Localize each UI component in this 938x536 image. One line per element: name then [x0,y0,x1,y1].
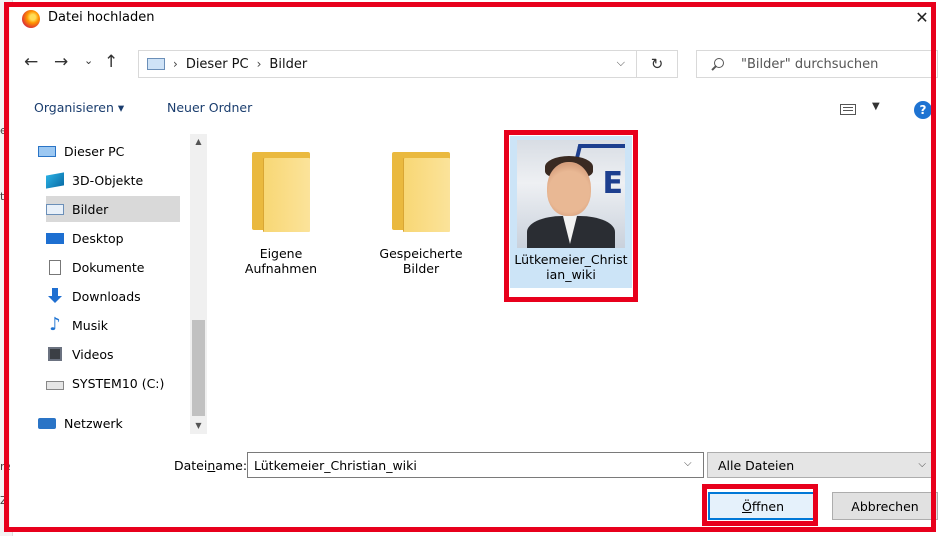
filename-label: Dateiname: [174,458,248,473]
scroll-up-arrow-icon[interactable]: ▲ [190,134,207,150]
file-name: Gespeicherte Bilder [379,246,463,276]
file-name: Lütkemeier_Christian_wiki [514,252,628,282]
search-icon [711,58,724,70]
file-upload-dialog: Datei hochladen ✕ ← → ⌄ ↑ › Dieser PC › … [10,4,938,532]
3d-objects-icon [46,171,64,189]
breadcrumb-separator: › [173,57,178,71]
search-box[interactable]: "Bilder" durchsuchen [696,50,938,78]
sidebar-item-label: Netzwerk [64,415,123,431]
sidebar-item-downloads[interactable]: Downloads [46,283,180,309]
forward-arrow-icon[interactable]: → [54,52,68,72]
folder-icon [252,148,310,232]
sidebar-item-bilder[interactable]: Bilder [46,196,180,222]
navigation-bar: ← → ⌄ ↑ › Dieser PC › Bilder ⌵ ↻ "Bilder… [10,44,938,80]
firefox-icon [22,10,40,28]
view-options-icon[interactable] [840,104,856,115]
sidebar-item-system10[interactable]: SYSTEM10 (C:) [46,370,180,396]
file-name: Eigene Aufnahmen [244,246,318,276]
organize-button[interactable]: Organisieren ▾ [34,100,124,115]
refresh-icon[interactable]: ↻ [636,51,677,77]
filename-input[interactable] [247,452,704,478]
file-name-panel: Dateiname: ⌵ Alle Dateien ⌵ Öffnen Abbre… [10,444,938,534]
new-folder-button[interactable]: Neuer Ordner [167,100,252,115]
breadcrumb-bilder[interactable]: Bilder [269,57,307,72]
pictures-folder-icon [147,58,165,70]
sidebar-item-label: SYSTEM10 (C:) [72,375,165,391]
file-item-gespeicherte-bilder[interactable]: Gespeicherte Bilder [366,148,476,276]
up-arrow-icon[interactable]: ↑ [104,52,118,72]
videos-icon [48,347,62,361]
sidebar-item-desktop[interactable]: Desktop [46,225,180,251]
sidebar-item-label: Videos [72,346,114,362]
folder-icon [392,148,450,232]
breadcrumb-separator: › [256,57,262,71]
computer-icon [38,145,56,157]
chevron-down-icon: ⌵ [918,459,926,470]
view-dropdown-icon[interactable]: ▼ [872,101,880,112]
sidebar-item-netzwerk[interactable]: Netzwerk [38,410,184,436]
window-title: Datei hochladen [48,10,155,25]
sidebar-item-dokumente[interactable]: Dokumente [46,254,180,280]
address-bar[interactable]: › Dieser PC › Bilder ⌵ ↻ [138,50,678,78]
pictures-icon [46,203,64,215]
sidebar-item-label: Dieser PC [64,143,125,159]
help-icon[interactable]: ? [914,101,932,119]
file-item-eigene-aufnahmen[interactable]: Eigene Aufnahmen [226,148,336,276]
documents-icon [49,259,61,275]
sidebar-item-label: Downloads [72,288,141,304]
sidebar-item-videos[interactable]: Videos [46,341,180,367]
downloads-icon [46,288,64,304]
sidebar-item-label: 3D-Objekte [72,172,144,188]
filename-history-dropdown-icon[interactable]: ⌵ [684,458,692,469]
recent-locations-icon[interactable]: ⌄ [84,54,93,67]
file-type-value: Alle Dateien [718,457,795,473]
navigation-pane: Dieser PC 3D-Objekte Bilder Desktop Doku… [34,134,180,434]
search-placeholder: "Bilder" durchsuchen [741,56,879,72]
cancel-button[interactable]: Abbrechen [832,492,938,520]
file-type-select[interactable]: Alle Dateien ⌵ [707,452,935,478]
breadcrumb-dieser-pc[interactable]: Dieser PC [186,57,249,72]
back-arrow-icon[interactable]: ← [24,52,38,72]
sidebar-item-musik[interactable]: ♪ Musik [46,312,180,338]
scrollbar-thumb[interactable] [192,320,205,416]
scroll-down-arrow-icon[interactable]: ▼ [190,418,207,434]
address-dropdown-icon[interactable]: ⌵ [617,56,625,70]
title-bar: Datei hochladen ✕ [10,4,938,34]
navigation-pane-scrollbar[interactable]: ▲ ▼ [190,134,207,434]
close-button[interactable]: ✕ [912,8,932,27]
command-toolbar: Organisieren ▾ Neuer Ordner ▼ ? [10,94,938,124]
file-item-luetkemeier-christian-wiki[interactable]: E Lütkemeier_Christian_wiki [510,136,632,288]
sidebar-item-3d-objekte[interactable]: 3D-Objekte [46,167,184,193]
drive-icon [46,381,64,390]
sidebar-item-label: Musik [72,317,108,333]
sidebar-item-label: Dokumente [72,259,145,275]
network-icon [38,417,56,429]
sidebar-item-label: Bilder [72,201,109,217]
sidebar-item-dieser-pc[interactable]: Dieser PC [38,138,184,164]
image-thumbnail: E [517,140,625,248]
desktop-icon [46,232,64,244]
open-button[interactable]: Öffnen [708,492,818,520]
music-icon: ♪ [49,314,61,335]
sidebar-item-label: Desktop [72,230,124,246]
file-list: Eigene Aufnahmen Gespeicherte Bilder E L… [220,130,930,442]
